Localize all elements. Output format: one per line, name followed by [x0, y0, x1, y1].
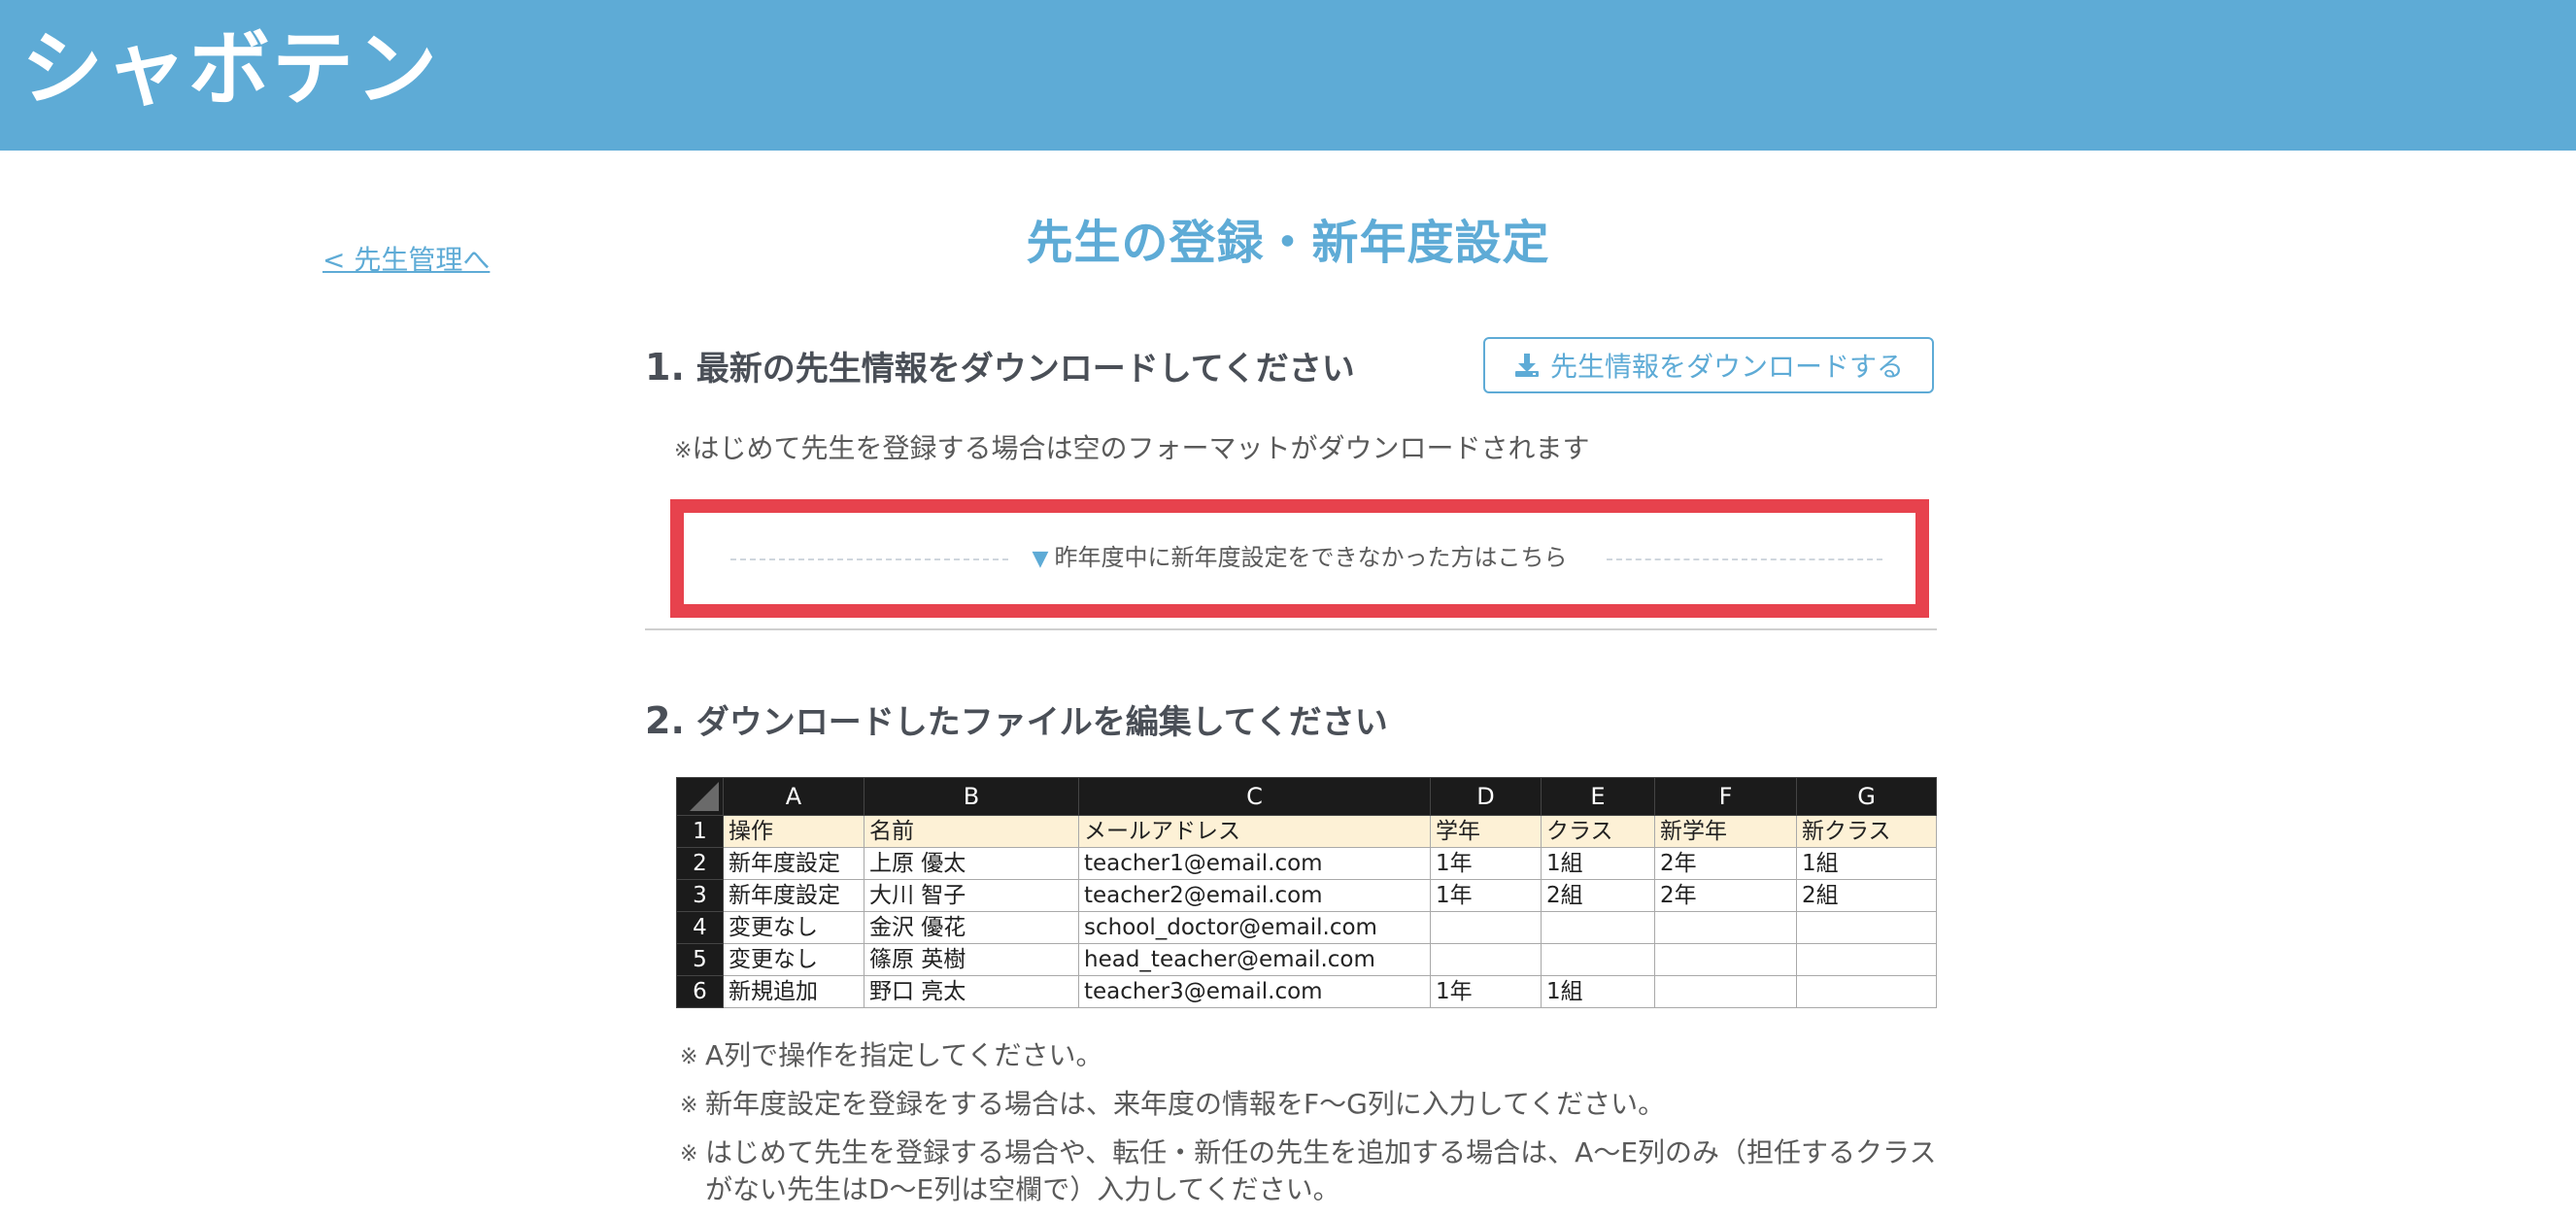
sheet-cell: 操作 — [723, 815, 864, 848]
sheet-cell: 1組 — [1796, 847, 1937, 880]
section1-heading-text: 最新の先生情報をダウンロードしてください — [695, 350, 1355, 389]
sheet-cell: 1組 — [1541, 975, 1655, 1008]
sheet-cell — [1654, 975, 1797, 1008]
download-icon — [1513, 352, 1541, 379]
sheet-cell — [1654, 943, 1797, 976]
instruction-item: ※ A列で操作を指定してください。 — [680, 1037, 1943, 1076]
section1-heading: 1. 最新の先生情報をダウンロードしてください — [645, 346, 1355, 390]
sheet-cell — [1796, 911, 1937, 944]
previous-year-toggle-highlight: ▼ 昨年度中に新年度設定をできなかった方はこちら — [670, 499, 1929, 618]
previous-year-settings-toggle[interactable]: ▼ 昨年度中に新年度設定をできなかった方はこちら — [684, 540, 1915, 577]
sheet-cell: 2年 — [1654, 879, 1797, 912]
sheet-cell: 名前 — [864, 815, 1079, 848]
sheet-label-row: 1 操作 名前 メールアドレス 学年 クラス 新学年 新クラス — [676, 815, 1937, 848]
sheet-cell — [1430, 943, 1542, 976]
instruction-item: ※ はじめて先生を登録する場合や、転任・新任の先生を追加する場合は、A〜E列のみ… — [680, 1134, 1943, 1208]
sheet-cell: 1組 — [1541, 847, 1655, 880]
sheet-row: 4 変更なし 金沢 優花 school_doctor@email.com — [676, 911, 1937, 944]
sheet-cell: 野口 亮太 — [864, 975, 1079, 1008]
spreadsheet-example: A B C D E F G 1 操作 名前 メールアドレス 学年 クラス 新学年… — [676, 777, 1937, 1008]
note-text: はじめて先生を登録する場合は空のフォーマットがダウンロードされます — [692, 432, 1590, 464]
sheet-cell: 金沢 優花 — [864, 911, 1079, 944]
triangle-down-icon: ▼ — [1032, 547, 1049, 571]
sheet-cell: 新年度設定 — [723, 879, 864, 912]
sheet-column-header: C — [1078, 777, 1431, 816]
sheet-cell: 1年 — [1430, 975, 1542, 1008]
download-teacher-info-button[interactable]: 先生情報をダウンロードする — [1483, 337, 1934, 393]
sheet-row: 3 新年度設定 大川 智子 teacher2@email.com 1年 2組 2… — [676, 879, 1937, 912]
sheet-corner — [676, 777, 724, 816]
sheet-cell — [1654, 911, 1797, 944]
sheet-row-number: 6 — [676, 975, 724, 1008]
sheet-row-number: 1 — [676, 815, 724, 848]
sheet-column-header-row: A B C D E F G — [676, 777, 1937, 816]
sheet-column-header: E — [1541, 777, 1655, 816]
instruction-mark: ※ — [680, 1045, 698, 1069]
sheet-cell: 2組 — [1796, 879, 1937, 912]
section2-number: 2. — [645, 699, 685, 742]
sheet-cell: 1年 — [1430, 879, 1542, 912]
section2-heading-text: ダウンロードしたファイルを編集してください — [695, 703, 1388, 742]
sheet-column-header: D — [1430, 777, 1542, 816]
section2-heading: 2. ダウンロードしたファイルを編集してください — [645, 699, 1388, 744]
instruction-text: A列で操作を指定してください。 — [705, 1039, 1103, 1071]
sheet-cell: 1年 — [1430, 847, 1542, 880]
sheet-cell: 2組 — [1541, 879, 1655, 912]
instructions-list: ※ A列で操作を指定してください。 ※ 新年度設定を登録をする場合は、来年度の情… — [680, 1037, 1943, 1218]
download-button-label: 先生情報をダウンロードする — [1549, 351, 1904, 383]
sheet-row: 5 変更なし 篠原 英樹 head_teacher@email.com — [676, 943, 1937, 976]
sheet-cell — [1541, 943, 1655, 976]
sheet-row-number: 3 — [676, 879, 724, 912]
sheet-cell: 大川 智子 — [864, 879, 1079, 912]
app-logo[interactable]: シャボテン — [21, 16, 439, 122]
sheet-column-header: G — [1796, 777, 1937, 816]
section1-number: 1. — [645, 346, 685, 389]
sheet-cell: teacher1@email.com — [1078, 847, 1431, 880]
sheet-cell: 学年 — [1430, 815, 1542, 848]
sheet-cell: 変更なし — [723, 943, 864, 976]
app-header: シャボテン — [0, 0, 2576, 151]
sheet-row-number: 5 — [676, 943, 724, 976]
page-title: 先生の登録・新年度設定 — [1026, 216, 1550, 270]
sheet-cell: teacher2@email.com — [1078, 879, 1431, 912]
sheet-cell — [1541, 911, 1655, 944]
sheet-row-number: 2 — [676, 847, 724, 880]
instruction-item: ※ 新年度設定を登録をする場合は、来年度の情報をF〜G列に入力してください。 — [680, 1086, 1943, 1125]
note-mark: ※ — [674, 439, 693, 463]
sheet-row: 6 新規追加 野口 亮太 teacher3@email.com 1年 1組 — [676, 975, 1937, 1008]
sheet-column-header: F — [1654, 777, 1797, 816]
sheet-cell: 新クラス — [1796, 815, 1937, 848]
sheet-cell: 新年度設定 — [723, 847, 864, 880]
sheet-cell: 2年 — [1654, 847, 1797, 880]
sheet-row-number: 4 — [676, 911, 724, 944]
instruction-mark: ※ — [680, 1142, 698, 1167]
toggle-label-text: 昨年度中に新年度設定をできなかった方はこちら — [1054, 544, 1568, 571]
sheet-column-header: A — [723, 777, 864, 816]
sheet-cell: head_teacher@email.com — [1078, 943, 1431, 976]
sheet-cell — [1430, 911, 1542, 944]
sheet-cell: 新学年 — [1654, 815, 1797, 848]
instruction-text: はじめて先生を登録する場合や、転任・新任の先生を追加する場合は、A〜E列のみ（担… — [705, 1136, 1937, 1205]
sheet-row: 2 新年度設定 上原 優太 teacher1@email.com 1年 1組 2… — [676, 847, 1937, 880]
sheet-cell: 変更なし — [723, 911, 864, 944]
sheet-cell — [1796, 975, 1937, 1008]
download-note: ※はじめて先生を登録する場合は空のフォーマットがダウンロードされます — [674, 431, 1589, 469]
sheet-cell: school_doctor@email.com — [1078, 911, 1431, 944]
sheet-cell: teacher3@email.com — [1078, 975, 1431, 1008]
sheet-column-header: B — [864, 777, 1079, 816]
sheet-cell: 上原 優太 — [864, 847, 1079, 880]
sheet-cell: メールアドレス — [1078, 815, 1431, 848]
sheet-cell: クラス — [1541, 815, 1655, 848]
instruction-text: 新年度設定を登録をする場合は、来年度の情報をF〜G列に入力してください。 — [705, 1088, 1666, 1120]
sheet-cell: 新規追加 — [723, 975, 864, 1008]
instruction-mark: ※ — [680, 1094, 698, 1118]
section-divider — [645, 628, 1937, 630]
sheet-cell: 篠原 英樹 — [864, 943, 1079, 976]
sheet-cell — [1796, 943, 1937, 976]
